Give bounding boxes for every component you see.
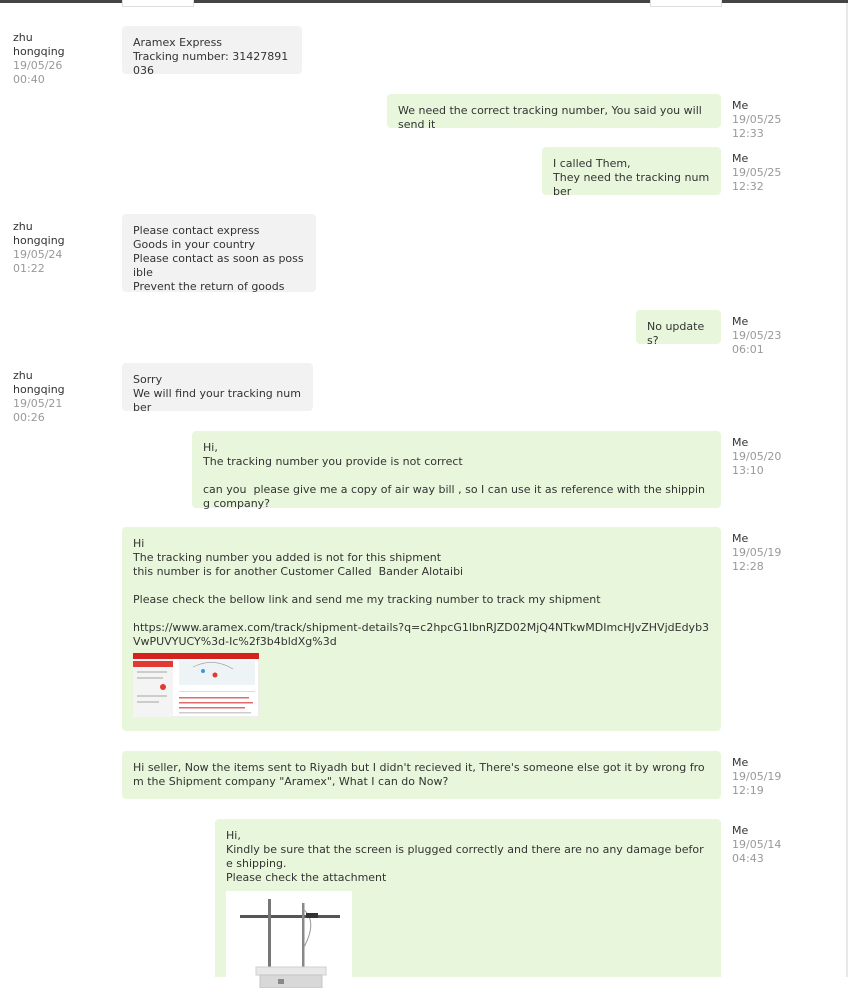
sender-name: Me (732, 99, 749, 112)
message-time: 19/05/25 12:33 (732, 113, 782, 140)
sender-name: Me (732, 436, 749, 449)
message-bubble: Hi, The tracking number you provide is n… (192, 431, 721, 510)
message-bubble: Aramex Express Tracking number: 31427891… (122, 26, 302, 77)
message-text: Hi The tracking number you added is not … (133, 537, 710, 648)
message-meta: Me 19/05/25 12:32 (732, 152, 781, 194)
message-bubble: Hi seller, Now the items sent to Riyadh … (122, 751, 721, 799)
message-time: 19/05/26 00:40 (13, 59, 63, 86)
sender-name: Me (732, 315, 749, 328)
message-time: 19/05/21 00:26 (13, 397, 63, 424)
message-text: Hi, Kindly be sure that the screen is pl… (226, 829, 704, 884)
sender-name: zhu hongqing (13, 369, 65, 396)
message-time: 19/05/24 01:22 (13, 248, 63, 275)
message-bubble: No updates? (636, 310, 721, 347)
message-meta: zhu hongqing 19/05/24 01:22 (13, 220, 65, 276)
message-bubble: Please contact express Goods in your cou… (122, 214, 316, 293)
message-meta: Me 19/05/14 04:43 (732, 824, 781, 866)
message-bubble: Sorry We will find your tracking number (122, 363, 313, 414)
message-bubble: I called Them, They need the tracking nu… (542, 147, 721, 198)
tracking-page-screenshot-thumbnail[interactable] (133, 653, 259, 717)
sender-name: zhu hongqing (13, 220, 65, 247)
sender-name: Me (732, 824, 749, 837)
message-bubble: We need the correct tracking number, You… (387, 94, 721, 131)
message-bubble-with-attachment: Hi, Kindly be sure that the screen is pl… (215, 819, 721, 988)
message-meta: zhu hongqing 19/05/21 00:26 (13, 369, 65, 425)
sender-name: Me (732, 532, 749, 545)
message-bubble-with-attachment: Hi The tracking number you added is not … (122, 527, 721, 731)
message-time: 19/05/25 12:32 (732, 166, 782, 193)
message-meta: Me 19/05/23 06:01 (732, 315, 781, 357)
message-meta: zhu hongqing 19/05/26 00:40 (13, 31, 65, 87)
sender-name: Me (732, 152, 749, 165)
message-time: 19/05/19 12:28 (732, 546, 782, 573)
message-meta: Me 19/05/19 12:19 (732, 756, 781, 798)
message-meta: Me 19/05/20 13:10 (732, 436, 781, 478)
message-thread: zhu hongqing 19/05/26 00:40 Aramex Expre… (0, 0, 848, 988)
message-time: 19/05/23 06:01 (732, 329, 782, 356)
attachment-area (215, 885, 721, 988)
magnetic-stirrer-photo-thumbnail[interactable] (226, 891, 352, 988)
attachment-area (122, 649, 721, 717)
message-meta: Me 19/05/19 12:28 (732, 532, 781, 574)
sender-name: zhu hongqing (13, 31, 65, 58)
message-time: 19/05/14 04:43 (732, 838, 782, 865)
message-time: 19/05/20 13:10 (732, 450, 782, 477)
sender-name: Me (732, 756, 749, 769)
message-meta: Me 19/05/25 12:33 (732, 99, 781, 141)
message-time: 19/05/19 12:19 (732, 770, 782, 797)
